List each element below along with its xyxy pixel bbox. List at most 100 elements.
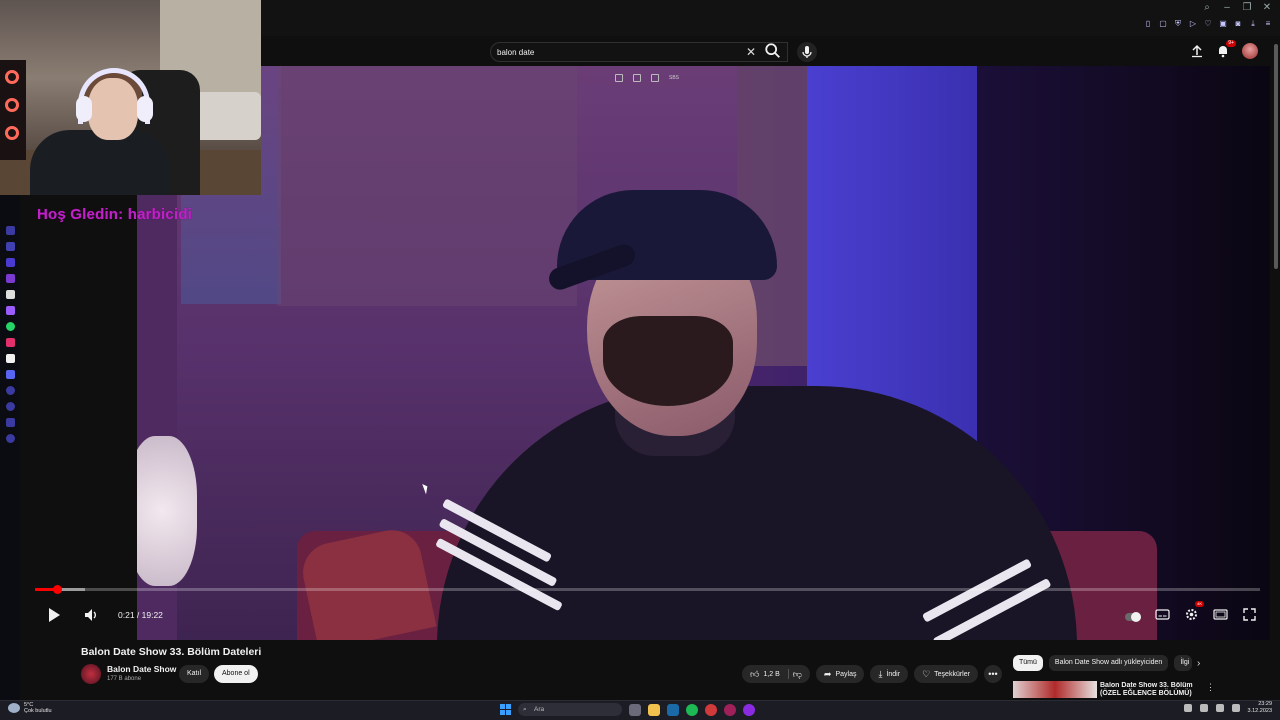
play-ext-icon[interactable]: ▷ — [1189, 20, 1197, 28]
progress-scrubber[interactable] — [53, 585, 62, 594]
clock-date: 3.12.2023 — [1247, 708, 1272, 714]
gx-browser-icon[interactable] — [705, 703, 717, 716]
rail-history-icon[interactable] — [6, 418, 15, 427]
like-button[interactable]: 👍︎ 1,2 B 👎︎ — [742, 665, 810, 683]
recommendation-title[interactable]: Balon Date Show 33. Bölüm (ÖZEL EĞLENCE … — [1100, 682, 1198, 698]
file-explorer-icon[interactable] — [648, 703, 660, 716]
player-right-controls: 4K — [1125, 601, 1257, 622]
rail-box-icon[interactable] — [6, 274, 15, 283]
channel-avatar[interactable] — [81, 664, 101, 684]
share-button[interactable]: ➦ Paylaş — [815, 665, 865, 683]
rail-home-icon[interactable] — [6, 226, 15, 235]
fullscreen-icon[interactable] — [1242, 607, 1257, 622]
pc-fan-ring — [5, 126, 19, 140]
video-frame[interactable]: SBS — [137, 66, 1270, 640]
whatsapp-icon[interactable] — [6, 322, 15, 331]
screen: ⌕ – ❐ ✕ ▯ ▢ ⛨ ▷ ♡ ▣ ◙ ⤓ ≡ ✕ — [0, 0, 1280, 720]
settings-button[interactable]: 4K — [1184, 601, 1204, 622]
opera-icon[interactable] — [724, 703, 736, 716]
thanks-button[interactable]: ♡ Teşekkürler — [914, 665, 978, 683]
tiktok-icon[interactable] — [6, 354, 15, 363]
discord-icon[interactable] — [6, 370, 15, 379]
chip-related[interactable]: İlgi — [1174, 655, 1193, 671]
extension-icon-1[interactable]: ▯ — [1144, 20, 1152, 28]
like-count: 1,2 B — [763, 670, 780, 678]
wallet-icon[interactable]: ▣ — [1219, 20, 1227, 28]
wifi-icon[interactable] — [1215, 704, 1224, 712]
filter-chips: Tümü Balon Date Show adlı yükleyiciden İ… — [1013, 655, 1193, 671]
progress-bar[interactable] — [35, 588, 1260, 591]
twitch-icon[interactable] — [6, 306, 15, 315]
download-label: İndir — [886, 670, 901, 678]
autoplay-toggle[interactable] — [1125, 611, 1141, 622]
more-actions-button[interactable]: ••• — [983, 665, 1002, 683]
chip-uploader[interactable]: Balon Date Show adlı yükleyiciden — [1048, 655, 1169, 671]
recommendation-thumbnail[interactable] — [1013, 681, 1097, 698]
window-controls: ⌕ – ❐ ✕ — [1202, 2, 1272, 13]
account-avatar[interactable] — [1242, 43, 1258, 59]
miniplayer-icon[interactable] — [615, 74, 623, 82]
chevron-up-icon[interactable] — [1183, 704, 1192, 712]
rail-circle-icon[interactable] — [6, 386, 15, 395]
rail-chat-icon[interactable] — [6, 258, 15, 267]
notifications-button[interactable]: 9+ — [1216, 40, 1236, 58]
rail-clock-icon[interactable] — [6, 402, 15, 411]
close-window-icon[interactable]: ✕ — [1262, 2, 1272, 13]
download-browser-icon[interactable]: ⤓ — [1249, 20, 1257, 28]
search-tabs-icon[interactable]: ⌕ — [1202, 2, 1212, 13]
share-icon: ➦ — [823, 668, 832, 679]
instagram-icon[interactable] — [6, 338, 15, 347]
settings-icon — [1186, 609, 1197, 620]
weather-desc: Çok bulutlu — [24, 708, 52, 714]
windows-start-icon[interactable] — [500, 704, 511, 715]
minimize-icon[interactable]: – — [1222, 2, 1232, 13]
video-actions: 👍︎ 1,2 B 👎︎ ➦ Paylaş ⤓ İndir ♡ Teşekkürl… — [742, 665, 1002, 683]
dislike-icon[interactable]: 👎︎ — [793, 669, 802, 680]
skip-next-icon[interactable] — [651, 74, 659, 82]
theater-icon[interactable] — [1213, 607, 1228, 622]
theater-mini-icon[interactable] — [633, 74, 641, 82]
heart-icon[interactable]: ♡ — [1204, 20, 1212, 28]
taskbar-clock[interactable]: 23:29 3.12.2023 — [1248, 701, 1272, 715]
weather-widget[interactable]: 5°C Çok bulutlu — [8, 702, 52, 714]
taskbar-search[interactable]: ⌕ Ara — [518, 703, 622, 716]
subscribe-button[interactable]: Abone ol — [214, 665, 258, 683]
subtitles-icon[interactable] — [1155, 607, 1170, 622]
voice-search-button[interactable] — [797, 42, 817, 62]
rail-user-icon[interactable] — [6, 242, 15, 251]
welcome-overlay-text: Hoş Gledin: harbicidi — [37, 206, 193, 223]
streamer-body — [30, 130, 170, 195]
channel-name[interactable]: Balon Date Show — [107, 664, 176, 674]
video-title: Balon Date Show 33. Bölüm Dateleri — [81, 646, 262, 658]
extension-icon-2[interactable]: ▢ — [1159, 20, 1167, 28]
menu-icon[interactable]: ≡ — [1264, 20, 1272, 28]
player-top-controls: SBS — [615, 74, 683, 82]
headset-cup-right — [137, 96, 153, 122]
join-button[interactable]: Katıl — [179, 665, 210, 683]
page-scrollbar[interactable] — [1274, 44, 1278, 269]
download-button[interactable]: ⤓ İndir — [870, 665, 909, 683]
play-icon[interactable] — [46, 607, 62, 623]
search-icon[interactable] — [764, 42, 782, 60]
sbs-icon[interactable]: SBS — [669, 74, 683, 82]
camera-icon[interactable]: ◙ — [1234, 20, 1242, 28]
mic-icon — [802, 46, 812, 58]
restore-icon[interactable]: ❐ — [1242, 2, 1252, 13]
webcam-pc-case — [0, 60, 26, 160]
speaker-icon[interactable] — [1231, 704, 1240, 712]
chip-all[interactable]: Tümü — [1013, 655, 1043, 671]
recommendation-menu-icon[interactable]: ⋮ — [1206, 682, 1215, 693]
task-view-icon[interactable] — [629, 703, 641, 716]
shield-icon[interactable]: ⛨ — [1174, 20, 1182, 28]
search-input[interactable] — [497, 45, 737, 60]
rail-triangle-icon[interactable] — [6, 290, 15, 299]
clear-search-button[interactable]: ✕ — [743, 44, 759, 60]
rail-settings-icon[interactable] — [6, 434, 15, 443]
obs-icon[interactable] — [743, 703, 755, 716]
upload-icon[interactable] — [1190, 44, 1204, 58]
volume-icon[interactable] — [83, 607, 99, 623]
steam-icon[interactable] — [667, 703, 679, 716]
spotify-icon[interactable] — [686, 703, 698, 716]
chevron-right-icon[interactable]: › — [1197, 658, 1200, 669]
mic-tray-icon[interactable] — [1199, 704, 1208, 712]
